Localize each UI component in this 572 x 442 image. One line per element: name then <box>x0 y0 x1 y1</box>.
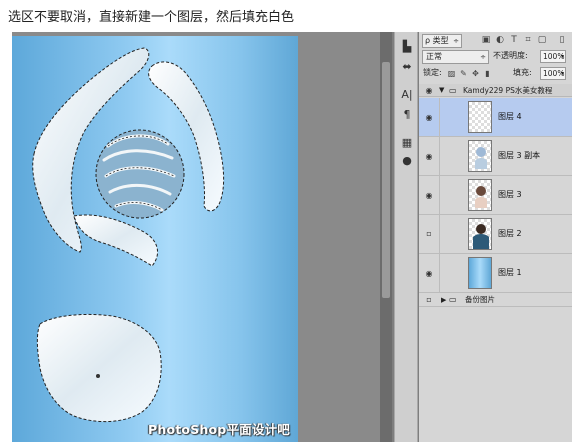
layers-panel: ρ 类型 ÷ ▣ ◐ T ⌗ ▢ ▯ 正常 ÷ 不透明度: 100% ▾ 锁定: ▨ … <box>419 32 572 442</box>
layer-name: 图层 3 副本 <box>498 151 541 160</box>
chevron-down-icon: ▾ <box>560 53 564 60</box>
expand-arrow-icon[interactable]: ▶ <box>441 293 446 307</box>
eye-icon[interactable]: ◉ <box>423 152 435 162</box>
document-canvas[interactable]: PhotoShop平面设计吧 【www.linecg.com/tieba/178… <box>12 36 298 442</box>
pixel-filter-icon[interactable]: ▣ <box>481 34 491 46</box>
filter-row: ρ 类型 ÷ ▣ ◐ T ⌗ ▢ ▯ <box>419 32 572 49</box>
layer-group-row[interactable]: ▫ ▶ ▭ 备份图片 <box>419 293 572 307</box>
opacity-input[interactable]: 100% ▾ <box>540 50 566 63</box>
folder-icon: ▭ <box>449 86 457 95</box>
row-divider <box>439 98 440 137</box>
fill-label: 填充: <box>513 68 532 77</box>
blend-row: 正常 ÷ 不透明度: 100% ▾ <box>419 49 572 66</box>
fill-input[interactable]: 100% ▾ <box>540 67 566 80</box>
layers-empty-area <box>419 308 572 442</box>
shape-filter-icon[interactable]: ⌗ <box>523 34 533 46</box>
layer-row[interactable]: ◉ 图层 4 <box>419 98 572 137</box>
blend-mode-label: 正常 <box>426 52 442 61</box>
paragraph-tool-icon[interactable]: ¶ <box>398 106 416 122</box>
photoshop-screenshot: PhotoShop平面设计吧 【www.linecg.com/tieba/178… <box>12 32 572 442</box>
torso-selection <box>36 313 162 423</box>
visibility-empty-box[interactable]: ▫ <box>423 229 435 239</box>
folder-icon: ▭ <box>449 295 457 304</box>
layer-row[interactable]: ◉ 图层 3 <box>419 176 572 215</box>
eye-icon[interactable]: ◉ <box>423 191 435 201</box>
blend-mode-select[interactable]: 正常 ÷ <box>422 50 489 64</box>
lock-label: 锁定: <box>423 68 442 77</box>
lock-position-icon[interactable]: ✥ <box>471 68 480 79</box>
layer-name: 图层 3 <box>498 190 522 199</box>
type-filter-icon[interactable]: T <box>509 34 519 46</box>
shoulder-selection <box>73 214 159 267</box>
kind-filter-label: ρ 类型 <box>425 36 449 45</box>
move-tool-icon[interactable]: ⬌ <box>398 58 416 74</box>
opacity-label: 不透明度: <box>493 51 528 60</box>
canvas-vertical-scrollbar[interactable] <box>380 32 392 442</box>
brush-tool-icon[interactable]: ▙ <box>398 38 416 54</box>
row-divider <box>439 137 440 176</box>
tool-strip: ▙ ⬌ A| ¶ ▦ ● <box>394 32 418 442</box>
lock-transparency-icon[interactable]: ▨ <box>447 68 456 79</box>
group-name: Kamdy229 PS水美女教程 <box>463 86 553 95</box>
layer-name: 图层 2 <box>498 229 522 238</box>
watermark: PhotoShop平面设计吧 【www.linecg.com/tieba/178… <box>148 422 298 437</box>
layer-thumbnail <box>468 101 492 133</box>
layer-thumbnail <box>468 218 492 250</box>
row-divider <box>439 254 440 293</box>
chevron-down-icon: ▾ <box>560 70 564 77</box>
smart-object-filter-icon[interactable]: ▢ <box>537 34 547 46</box>
selection-artwork <box>32 47 225 423</box>
caption: 选区不要取消，直接新建一个图层，然后填充白色 <box>8 10 295 25</box>
visibility-empty-box[interactable]: ▫ <box>423 295 435 305</box>
expand-arrow-icon[interactable]: ▼ <box>439 84 444 97</box>
layer-thumbnail <box>468 179 492 211</box>
eye-icon[interactable]: ◉ <box>423 113 435 123</box>
layer-row[interactable]: ▫ 图层 2 <box>419 215 572 254</box>
group-name: 备份图片 <box>465 295 495 304</box>
kind-filter-select[interactable]: ρ 类型 ÷ <box>422 34 462 48</box>
lock-image-icon[interactable]: ✎ <box>459 68 468 79</box>
tool-presets-icon[interactable]: ▦ <box>398 134 416 150</box>
row-divider <box>439 215 440 254</box>
canvas-area[interactable]: PhotoShop平面设计吧 【www.linecg.com/tieba/178… <box>12 32 388 442</box>
scrollbar-thumb[interactable] <box>382 62 390 298</box>
layer-row[interactable]: ◉ 图层 1 <box>419 254 572 293</box>
layer-thumbnail <box>468 257 492 289</box>
chevron-down-icon: ÷ <box>453 37 459 45</box>
layer-group-row[interactable]: ◉ ▼ ▭ Kamdy229 PS水美女教程 <box>419 84 572 97</box>
eye-icon[interactable]: ◉ <box>423 86 435 96</box>
info-icon[interactable]: ● <box>398 152 416 168</box>
row-divider <box>439 176 440 215</box>
chevron-down-icon: ÷ <box>480 53 486 61</box>
eye-icon[interactable]: ◉ <box>423 269 435 279</box>
lock-all-icon[interactable]: ▮ <box>483 68 492 79</box>
lock-row: 锁定: ▨ ✎ ✥ ▮ 填充: 100% ▾ <box>419 66 572 83</box>
filter-toggle-icon[interactable]: ▯ <box>557 34 567 46</box>
layer-row[interactable]: ◉ 图层 3 副本 <box>419 137 572 176</box>
layer-name: 图层 4 <box>498 112 522 121</box>
text-tool-icon[interactable]: A| <box>398 86 416 102</box>
adjustment-filter-icon[interactable]: ◐ <box>495 34 505 46</box>
layer-name: 图层 1 <box>498 268 522 277</box>
layer-thumbnail <box>468 140 492 172</box>
